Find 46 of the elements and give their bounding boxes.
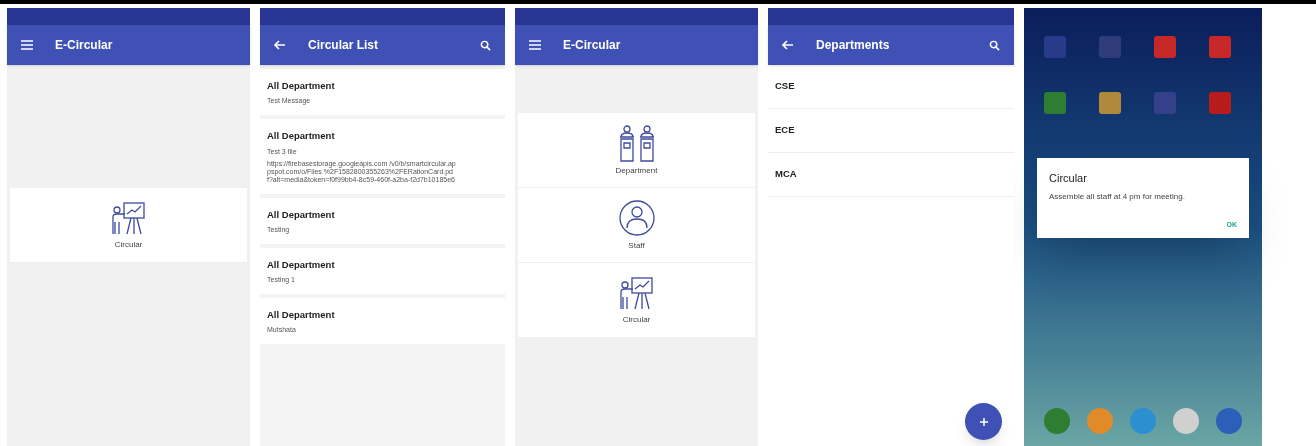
dialog-message: Assemble all staff at 4 pm for meeting. — [1049, 190, 1186, 202]
presentation-icon — [110, 199, 147, 236]
app-icon[interactable] — [1099, 92, 1121, 114]
app-icon[interactable] — [1154, 36, 1176, 58]
menu-tile[interactable]: Circular — [10, 188, 247, 263]
card-heading: All Department — [267, 207, 336, 222]
app-bar-title: E-Circular — [563, 37, 621, 54]
app-icon[interactable] — [1209, 36, 1231, 58]
app-icon[interactable] — [1099, 36, 1121, 58]
menu-icon[interactable] — [529, 40, 541, 50]
department-row[interactable]: MCA — [768, 153, 1014, 197]
card-heading: All Department — [267, 257, 336, 272]
back-arrow-icon[interactable] — [274, 40, 286, 50]
department-row[interactable]: CSE — [768, 65, 1014, 109]
user-circle-icon — [617, 198, 656, 237]
tile-label: Circular — [622, 313, 651, 326]
dock-app-icon[interactable] — [1044, 408, 1070, 434]
app-icon[interactable] — [1044, 92, 1066, 114]
tile-label: Department — [615, 164, 658, 177]
menu-tile[interactable]: Staff — [518, 188, 755, 263]
app-bar-title: E-Circular — [55, 37, 113, 54]
search-icon[interactable] — [480, 39, 491, 51]
dock-app-icon[interactable] — [1130, 408, 1156, 434]
menu-tile[interactable]: Department — [518, 113, 755, 188]
card-heading: All Department — [267, 308, 336, 322]
card-heading: All Department — [267, 129, 336, 144]
app-icon[interactable] — [1154, 92, 1176, 114]
tile-label: Circular — [114, 238, 143, 251]
dock-app-icon[interactable] — [1087, 408, 1113, 434]
menu-tile[interactable]: Circular — [518, 263, 755, 338]
app-bar-title: Circular List — [308, 37, 379, 54]
app-icon[interactable] — [1209, 92, 1231, 114]
app-bar-title: Departments — [816, 37, 890, 54]
plus-icon — [979, 417, 988, 426]
department-row[interactable]: ECE — [768, 109, 1014, 153]
tile-label: Staff — [628, 239, 645, 252]
dock-app-icon[interactable] — [1216, 408, 1242, 434]
add-fab[interactable] — [965, 403, 1002, 440]
back-arrow-icon[interactable] — [782, 40, 794, 50]
search-icon[interactable] — [989, 39, 1000, 51]
dialog-title: Circular — [1049, 171, 1088, 186]
card-heading: All Department — [267, 79, 336, 93]
menu-icon[interactable] — [21, 40, 33, 50]
app-icon[interactable] — [1044, 36, 1066, 58]
dock-app-icon[interactable] — [1173, 408, 1199, 434]
presentation-icon — [618, 274, 655, 311]
